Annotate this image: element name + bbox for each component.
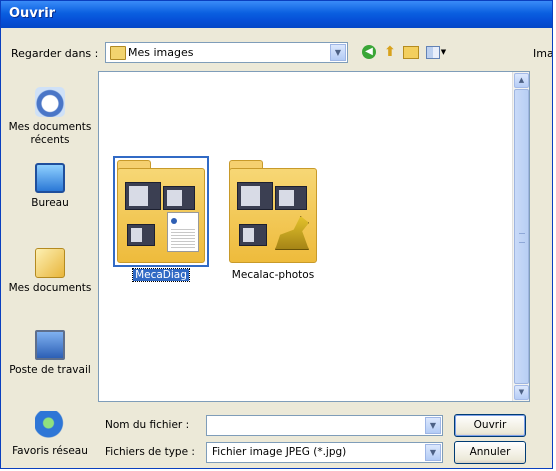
chevron-down-icon[interactable]: ▼ [425, 417, 441, 434]
open-file-dialog: Ouvrir Regarder dans : Mes images ▼ ◀ ⬆ … [0, 0, 553, 469]
up-arrow-icon: ⬆ [384, 44, 396, 60]
place-recent-documents[interactable]: Mes documents récents [7, 87, 93, 147]
look-in-label: Regarder dans : [11, 47, 99, 60]
my-documents-icon [35, 248, 65, 278]
views-icon [425, 45, 440, 59]
tools-label: Imag [533, 47, 552, 60]
filetype-dropdown[interactable]: Fichier image JPEG (*.jpg) ▼ [206, 442, 443, 463]
place-my-documents[interactable]: Mes documents [7, 248, 93, 295]
new-folder-icon [403, 45, 419, 59]
back-button[interactable]: ◀ [359, 42, 379, 62]
folder-icon [229, 160, 317, 263]
place-label: Bureau [31, 197, 69, 209]
up-folder-button[interactable]: ⬆ [381, 42, 399, 62]
dialog-title: Ouvrir [9, 6, 56, 21]
title-bar[interactable]: Ouvrir [1, 1, 552, 28]
places-bar: Mes documents récents Bureau Mes documen… [7, 77, 93, 463]
desktop-icon [35, 163, 65, 193]
my-computer-icon [35, 330, 65, 360]
place-label: Favoris réseau [12, 445, 88, 457]
folder-item-mecalac-photos[interactable]: Mecalac-photos [223, 160, 323, 281]
place-desktop[interactable]: Bureau [7, 163, 93, 210]
folder-icon [110, 46, 126, 60]
file-list[interactable]: MecaDiag Mecalac-photos ▲ ▼ [98, 71, 530, 402]
place-my-computer[interactable]: Poste de travail [7, 330, 93, 377]
cancel-button[interactable]: Annuler [454, 441, 526, 464]
filetype-value: Fichier image JPEG (*.jpg) [212, 446, 347, 458]
chevron-down-icon[interactable]: ▼ [330, 44, 346, 61]
folder-icon [113, 156, 209, 267]
scroll-down-icon[interactable]: ▼ [514, 385, 529, 400]
chevron-down-icon[interactable]: ▼ [425, 444, 441, 461]
views-menu-button[interactable]: ▼ [423, 42, 449, 62]
filetype-label: Fichiers de type : [105, 446, 195, 458]
folder-label: MecaDiag [132, 268, 190, 282]
filename-field[interactable]: ▼ [206, 415, 443, 436]
back-arrow-icon: ◀ [362, 45, 376, 59]
place-label: Mes documents [8, 121, 92, 133]
recent-documents-icon [35, 87, 65, 117]
filename-label: Nom du fichier : [105, 419, 190, 431]
chevron-down-icon: ▼ [440, 48, 447, 56]
folder-item-mecadiag[interactable]: MecaDiag [111, 156, 211, 282]
new-folder-button[interactable] [401, 42, 421, 62]
scroll-thumb[interactable] [514, 89, 529, 384]
network-places-icon [35, 411, 65, 441]
vertical-scrollbar[interactable]: ▲ ▼ [512, 72, 529, 401]
place-label: Mes documents [8, 282, 92, 294]
place-label: récents [30, 134, 70, 146]
look-in-value: Mes images [128, 46, 194, 59]
place-label: Poste de travail [9, 364, 91, 376]
scroll-up-icon[interactable]: ▲ [514, 73, 529, 88]
folder-label: Mecalac-photos [231, 269, 315, 281]
open-button[interactable]: Ouvrir [454, 414, 526, 437]
place-network[interactable]: Favoris réseau [7, 411, 93, 458]
look-in-dropdown[interactable]: Mes images ▼ [105, 42, 348, 63]
